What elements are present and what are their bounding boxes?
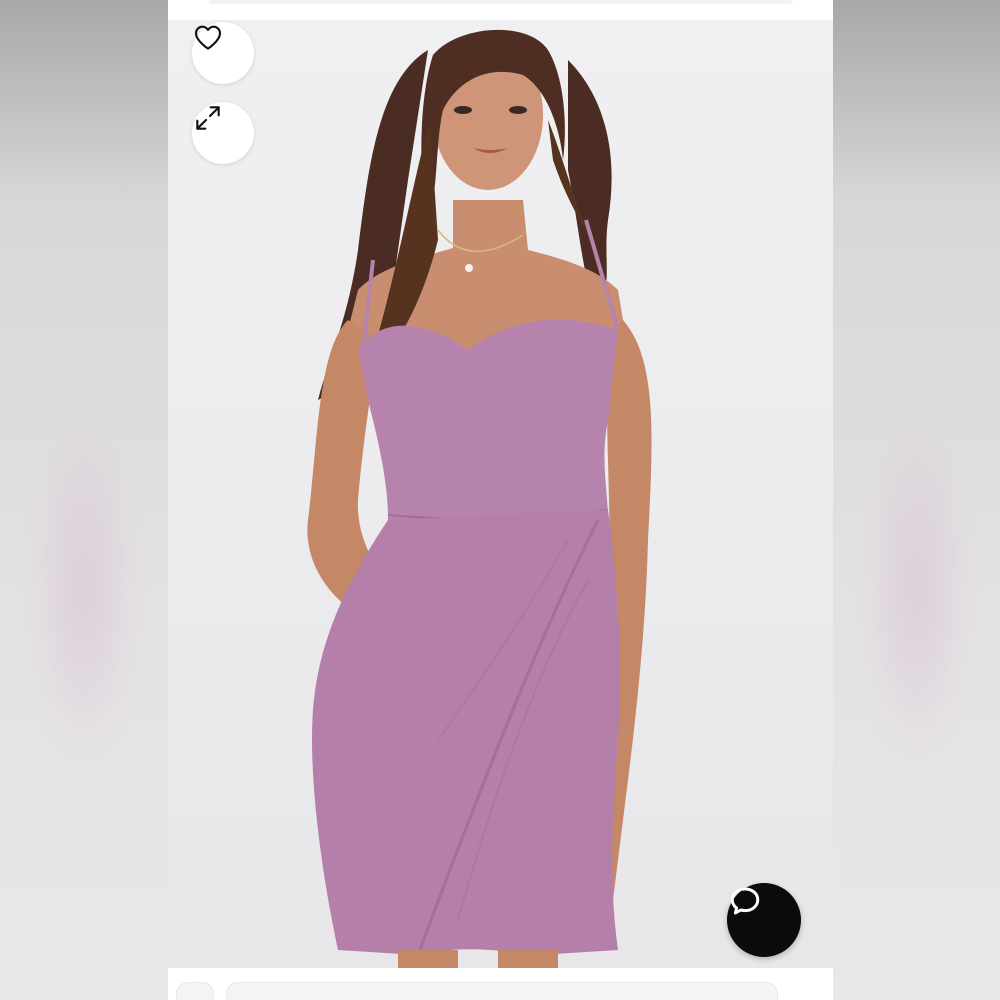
blurred-background-left	[0, 0, 168, 1000]
favorite-button[interactable]	[192, 22, 254, 84]
chat-button[interactable]	[727, 883, 801, 957]
blurred-background-right	[833, 0, 1000, 1000]
product-photo[interactable]	[168, 20, 833, 968]
expand-image-button[interactable]	[192, 102, 254, 164]
product-screen	[168, 0, 833, 1000]
bottom-left-control[interactable]	[176, 982, 214, 1000]
top-edge	[168, 0, 833, 20]
model-illustration	[307, 29, 652, 968]
bottom-action-bar[interactable]	[226, 982, 778, 1000]
